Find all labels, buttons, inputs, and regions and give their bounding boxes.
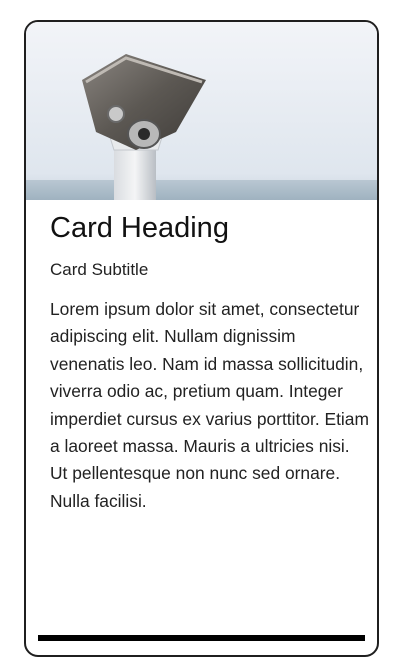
- card-footer-bar: [38, 635, 365, 641]
- card-subtitle: Card Subtitle: [50, 260, 149, 279]
- card-text: Lorem ipsum dolor sit amet, consectetur …: [50, 299, 369, 511]
- card-body: Card Heading Card Subtitle Lorem ipsum d…: [50, 200, 370, 515]
- card-image: [26, 22, 377, 200]
- card-heading: Card Heading: [50, 212, 229, 244]
- card: Card Heading Card Subtitle Lorem ipsum d…: [24, 20, 379, 657]
